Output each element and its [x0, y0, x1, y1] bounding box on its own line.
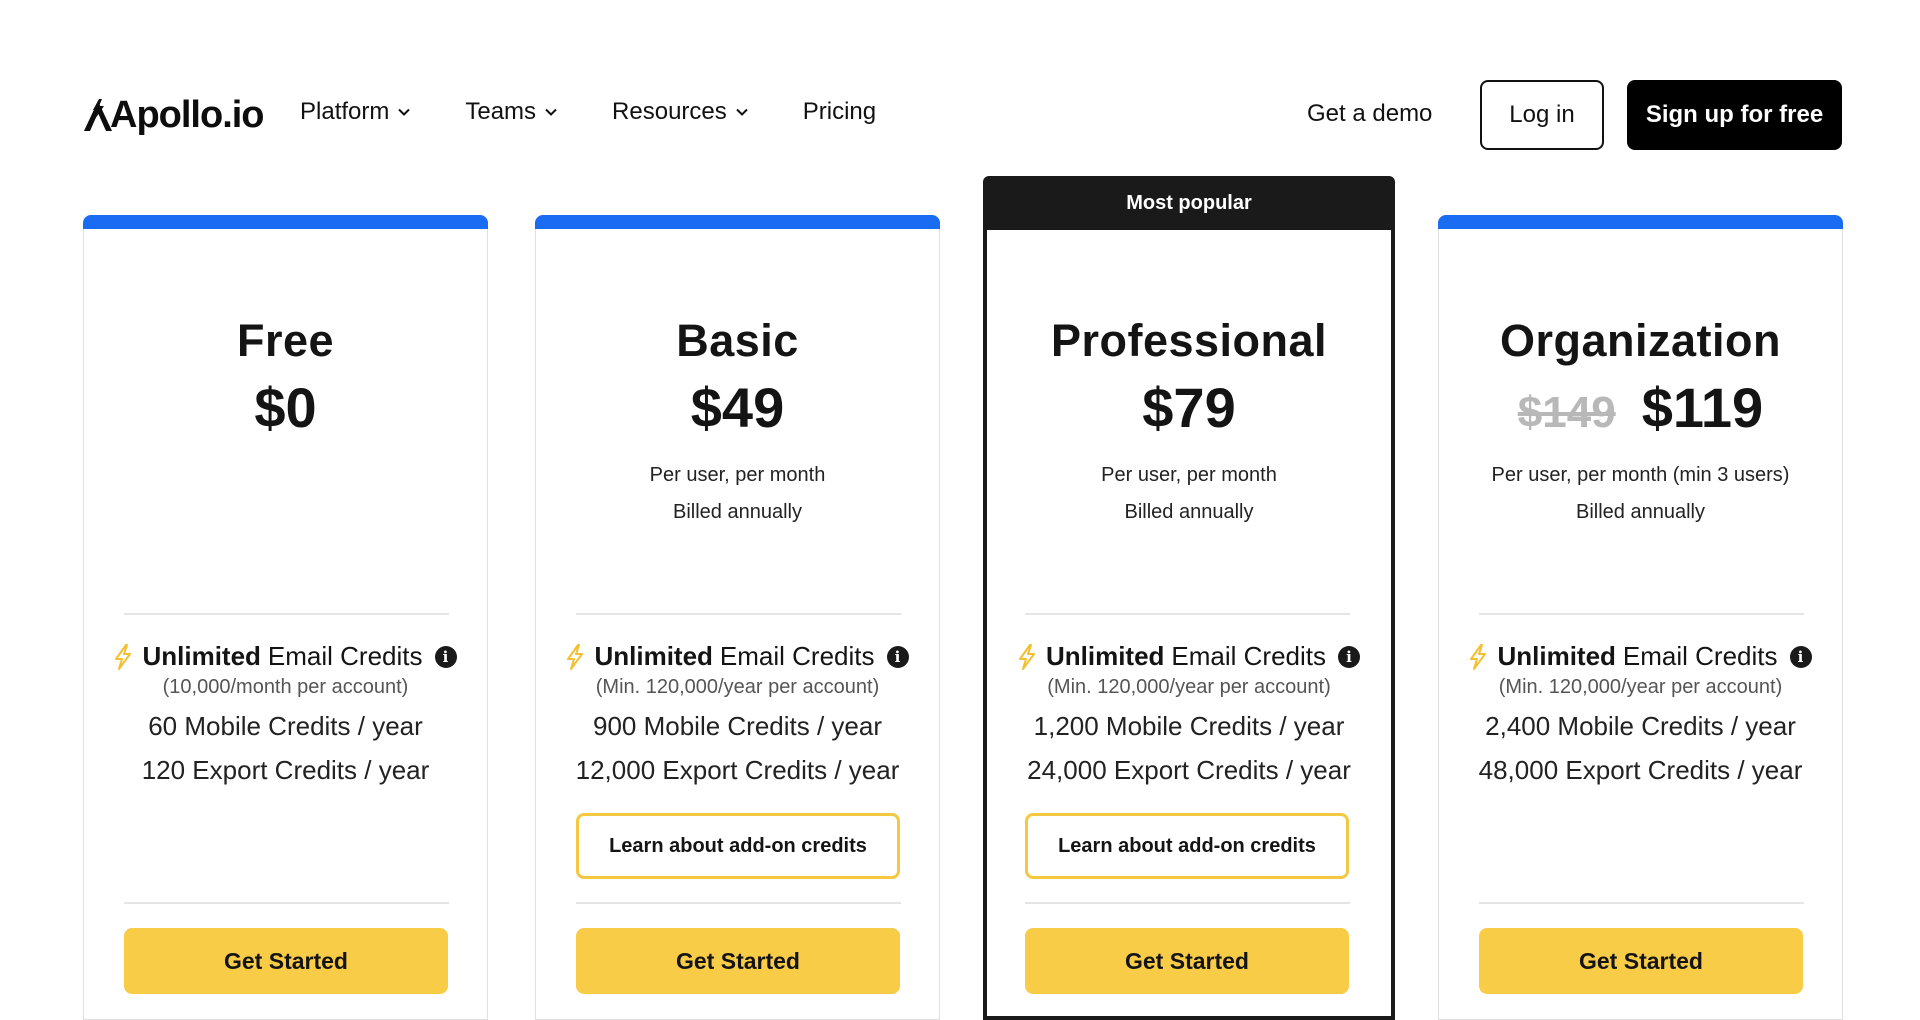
plan-name: Organization [1499, 315, 1781, 366]
nav-teams-label: Teams [465, 98, 537, 125]
plan-card-free: Free $0 Unlimited Email Credits i (10,00… [83, 215, 488, 1020]
card-accent-bar [535, 215, 940, 229]
card-accent-bar [1438, 215, 1843, 229]
nav-pricing[interactable]: Pricing [803, 98, 876, 126]
email-credits-note: (Min. 120,000/year per account) [1047, 676, 1331, 698]
billing-cycle: Billed annually [1576, 501, 1705, 523]
main-nav: Platform Teams Resources Pricing [300, 98, 930, 126]
email-credits-feature: Unlimited Email Credits i [536, 641, 939, 672]
plan-card-basic: Basic $49 Per user, per month Billed ann… [535, 215, 940, 1020]
divider [576, 902, 901, 904]
plan-price: $0 [254, 376, 317, 439]
email-credits-feature: Unlimited Email Credits i [84, 641, 487, 672]
nav-resources-label: Resources [612, 98, 727, 125]
plan-name: Free [236, 315, 335, 366]
price-row: $49 [536, 375, 939, 440]
email-credits-bold: Unlimited [142, 641, 261, 671]
info-icon[interactable]: i [1338, 645, 1361, 668]
billing-period: Per user, per month (min 3 users) [1491, 464, 1790, 486]
email-credits-bold: Unlimited [1497, 641, 1616, 671]
export-credits: 48,000 Export Credits / year [1478, 755, 1803, 785]
email-credits-label: Email Credits [1171, 641, 1327, 671]
plan-price: $119 [1641, 376, 1764, 439]
nav-teams[interactable]: Teams [465, 98, 558, 126]
plan-name: Professional [1050, 315, 1328, 366]
original-price: $149 [1517, 388, 1616, 437]
info-icon[interactable]: i [886, 645, 909, 668]
plan-price: $49 [690, 376, 785, 439]
divider [1025, 613, 1350, 615]
price-row: $79 [987, 375, 1391, 440]
plan-price: $79 [1142, 376, 1236, 439]
email-credits-note: (10,000/month per account) [162, 676, 409, 698]
nav-platform-label: Platform [300, 98, 390, 125]
export-credits: 120 Export Credits / year [141, 755, 430, 785]
mobile-credits: 60 Mobile Credits / year [148, 711, 423, 741]
info-icon[interactable]: i [434, 645, 457, 668]
most-popular-badge: Most popular [983, 176, 1395, 230]
email-credits-feature: Unlimited Email Credits i [987, 641, 1391, 672]
price-row: $0 [84, 375, 487, 440]
email-credits-label: Email Credits [1622, 641, 1778, 671]
divider [1025, 902, 1350, 904]
divider [1479, 902, 1804, 904]
email-credits-label: Email Credits [719, 641, 875, 671]
billing-period: Per user, per month [649, 464, 826, 486]
plan-card-professional: Most popular Professional $79 Per user, … [983, 176, 1395, 1020]
get-a-demo-link[interactable]: Get a demo [1307, 100, 1432, 128]
lightning-icon [1470, 643, 1487, 670]
billing-cycle: Billed annually [1124, 501, 1254, 523]
chevron-down-icon [736, 108, 748, 116]
lightning-icon [1018, 643, 1035, 670]
lightning-icon [567, 643, 584, 670]
nav-platform[interactable]: Platform [300, 98, 411, 126]
site-header: Apollo.io Platform Teams Resources Prici… [0, 0, 1920, 180]
email-credits-label: Email Credits [267, 641, 423, 671]
divider [576, 613, 901, 615]
email-credits-bold: Unlimited [594, 641, 713, 671]
billing-period: Per user, per month [1101, 464, 1277, 486]
get-started-button[interactable]: Get Started [1479, 928, 1803, 994]
mobile-credits: 1,200 Mobile Credits / year [1033, 711, 1345, 741]
email-credits-note: (Min. 120,000/year per account) [1498, 676, 1783, 698]
divider [124, 902, 449, 904]
nav-resources[interactable]: Resources [612, 98, 749, 126]
divider [1479, 613, 1804, 615]
info-icon[interactable]: i [1789, 645, 1812, 668]
export-credits: 12,000 Export Credits / year [575, 755, 900, 785]
divider [124, 613, 449, 615]
email-credits-note: (Min. 120,000/year per account) [595, 676, 880, 698]
nav-pricing-label: Pricing [802, 98, 877, 125]
mobile-credits: 900 Mobile Credits / year [592, 711, 883, 741]
login-button[interactable]: Log in [1480, 80, 1604, 150]
email-credits-bold: Unlimited [1045, 641, 1165, 671]
billing-cycle: Billed annually [673, 501, 802, 523]
get-started-button[interactable]: Get Started [124, 928, 448, 994]
email-credits-feature: Unlimited Email Credits i [1439, 641, 1842, 672]
signup-button[interactable]: Sign up for free [1627, 80, 1842, 150]
addon-credits-button[interactable]: Learn about add-on credits [1025, 813, 1349, 879]
lightning-icon [115, 643, 132, 670]
apollo-logo[interactable]: Apollo.io [82, 90, 265, 140]
addon-credits-button[interactable]: Learn about add-on credits [576, 813, 900, 879]
price-row: $149 $119 [1439, 375, 1842, 440]
export-credits: 24,000 Export Credits / year [1027, 755, 1351, 785]
chevron-down-icon [545, 108, 557, 116]
get-started-button[interactable]: Get Started [1025, 928, 1349, 994]
mobile-credits: 2,400 Mobile Credits / year [1485, 711, 1796, 741]
plan-card-organization: Organization $149 $119 Per user, per mon… [1438, 215, 1843, 1020]
plan-name: Basic [676, 315, 799, 366]
card-accent-bar [83, 215, 488, 229]
chevron-down-icon [398, 108, 411, 116]
get-started-button[interactable]: Get Started [576, 928, 900, 994]
logo-text: Apollo.io [110, 93, 265, 136]
